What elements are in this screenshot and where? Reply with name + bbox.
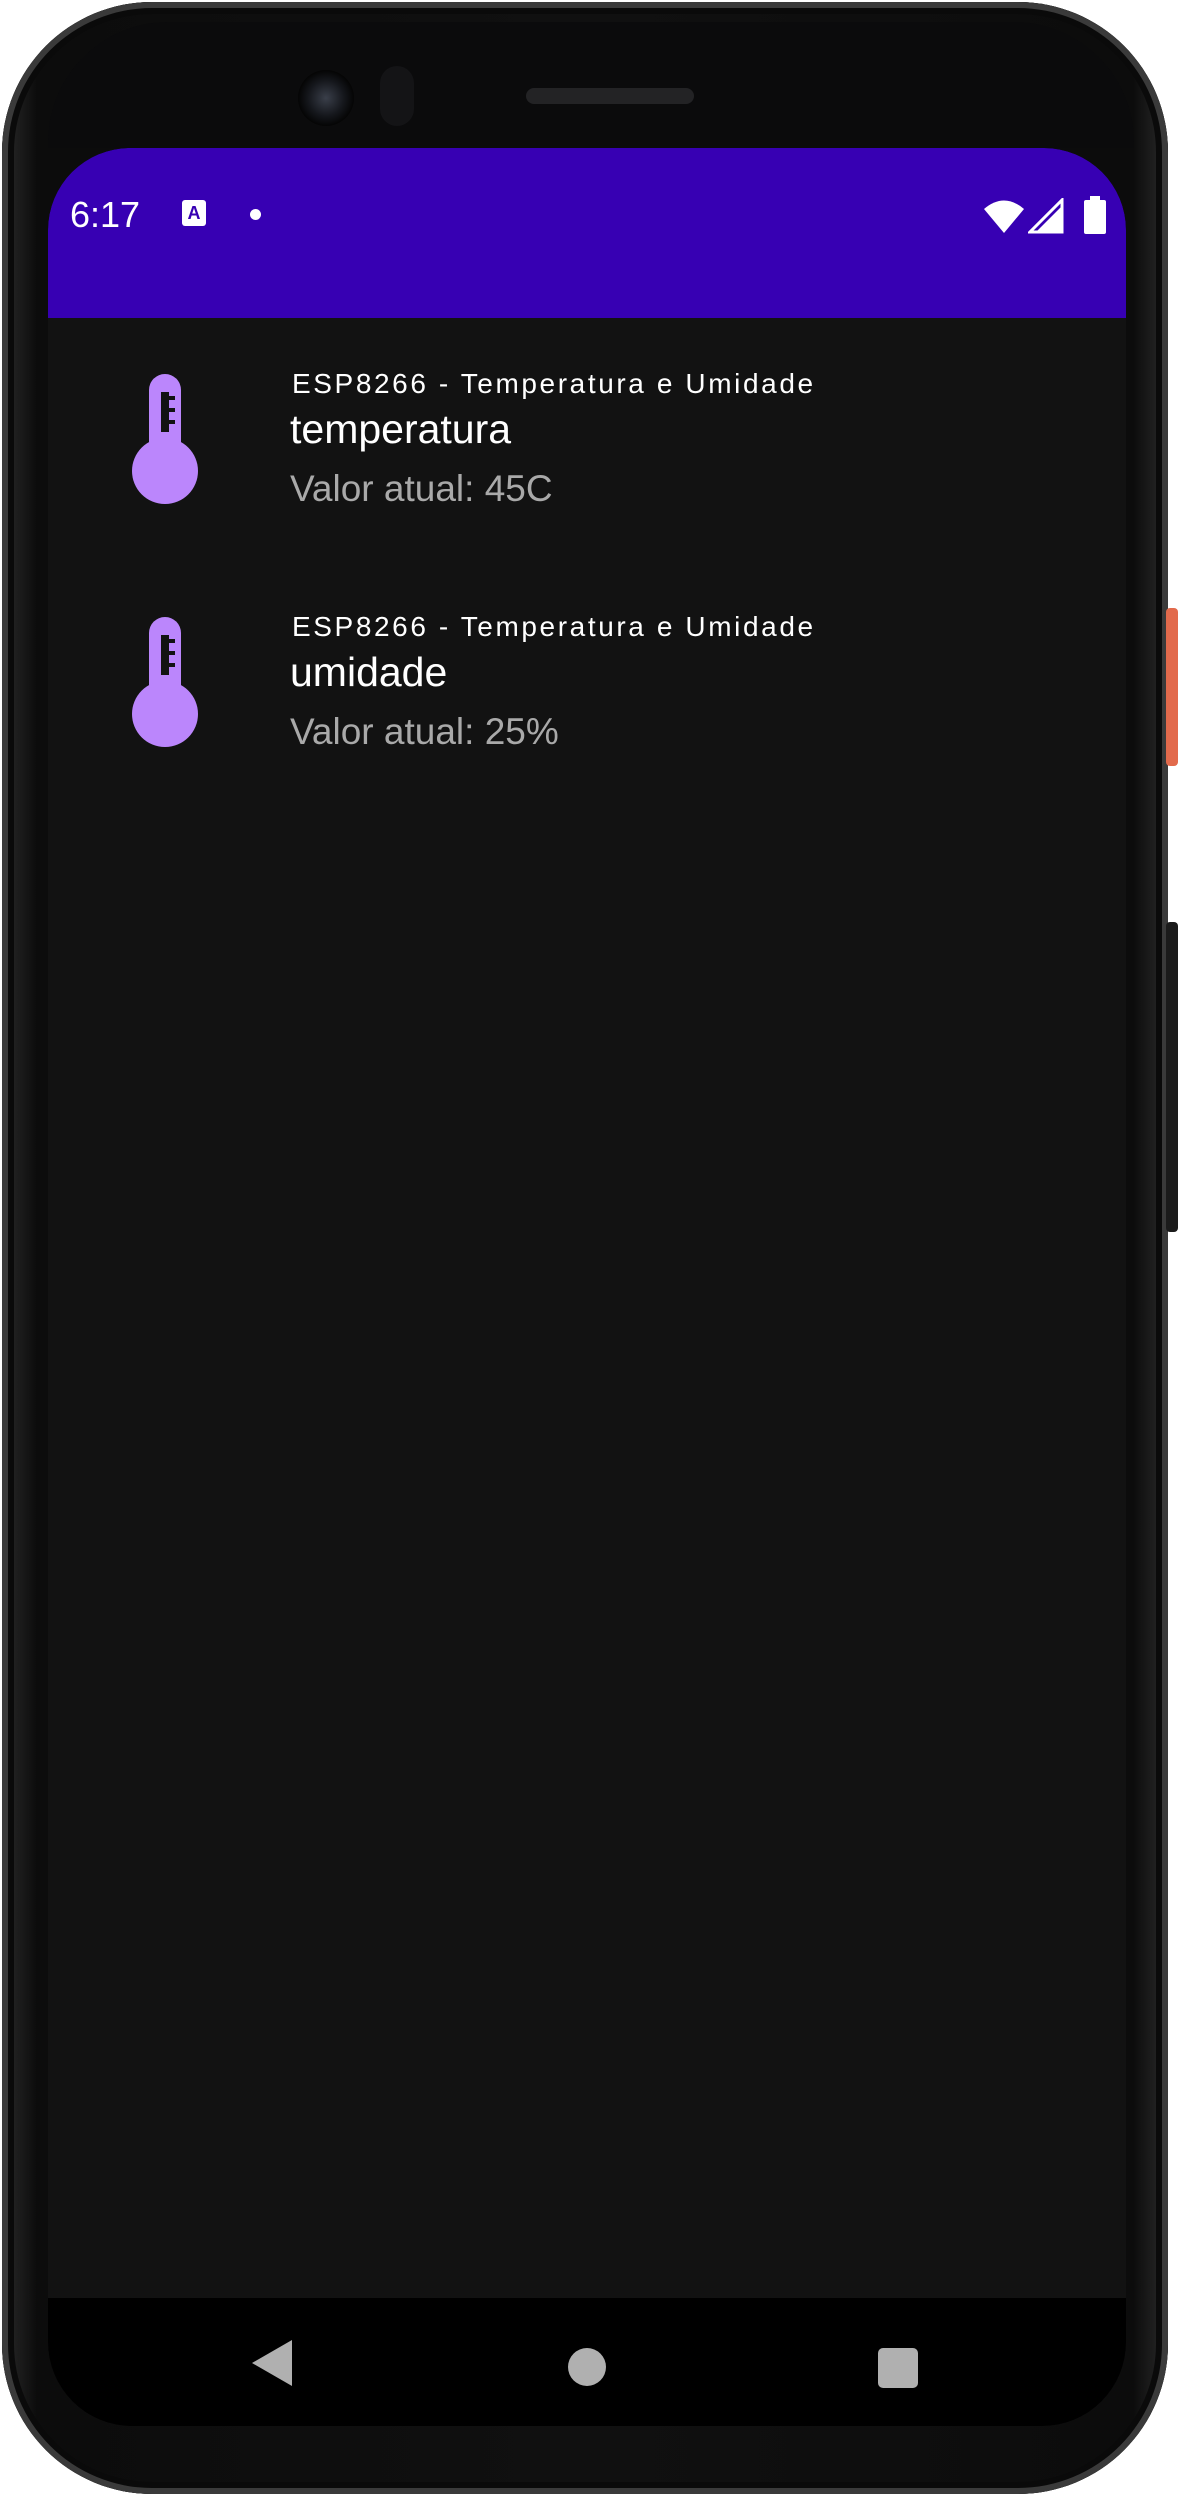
sensor-list: ESP8266 - Temperatura e Umidade temperat… bbox=[48, 318, 1126, 804]
sensor-value: Valor atual: 45C bbox=[290, 468, 553, 509]
volume-button[interactable] bbox=[1166, 922, 1178, 1232]
back-icon[interactable] bbox=[252, 2340, 292, 2386]
thermometer-icon bbox=[132, 617, 198, 747]
battery-icon bbox=[1084, 196, 1106, 234]
power-button[interactable] bbox=[1166, 608, 1178, 766]
screen: 6:17 A ESP8266 - Temperatura e Umidade t… bbox=[48, 148, 1126, 2426]
sensor-device-label: ESP8266 - Temperatura e Umidade bbox=[292, 368, 816, 399]
sensor-name: temperatura bbox=[290, 406, 512, 452]
thermometer-icon bbox=[132, 374, 198, 504]
phone-frame: 6:17 A ESP8266 - Temperatura e Umidade t… bbox=[2, 2, 1178, 2494]
wifi-icon bbox=[984, 200, 1024, 233]
sensor-list-item-temperatura[interactable]: ESP8266 - Temperatura e Umidade temperat… bbox=[48, 318, 1126, 561]
accessibility-a-icon: A bbox=[182, 200, 206, 226]
navigation-bar bbox=[48, 2298, 1126, 2426]
signal-icon bbox=[1028, 198, 1064, 234]
proximity-sensor bbox=[380, 66, 414, 126]
front-camera bbox=[298, 70, 354, 126]
notification-dot-icon bbox=[250, 209, 261, 220]
home-icon[interactable] bbox=[568, 2348, 606, 2386]
phone-top-bezel bbox=[48, 22, 1134, 148]
sensor-list-item-umidade[interactable]: ESP8266 - Temperatura e Umidade umidade … bbox=[48, 561, 1126, 804]
recents-icon[interactable] bbox=[878, 2348, 918, 2388]
sensor-value: Valor atual: 25% bbox=[290, 711, 559, 752]
status-time: 6:17 bbox=[70, 194, 141, 235]
status-bar: 6:17 A bbox=[48, 148, 1126, 318]
sensor-device-label: ESP8266 - Temperatura e Umidade bbox=[292, 611, 816, 642]
sensor-name: umidade bbox=[290, 649, 448, 695]
earpiece-speaker bbox=[526, 88, 694, 104]
